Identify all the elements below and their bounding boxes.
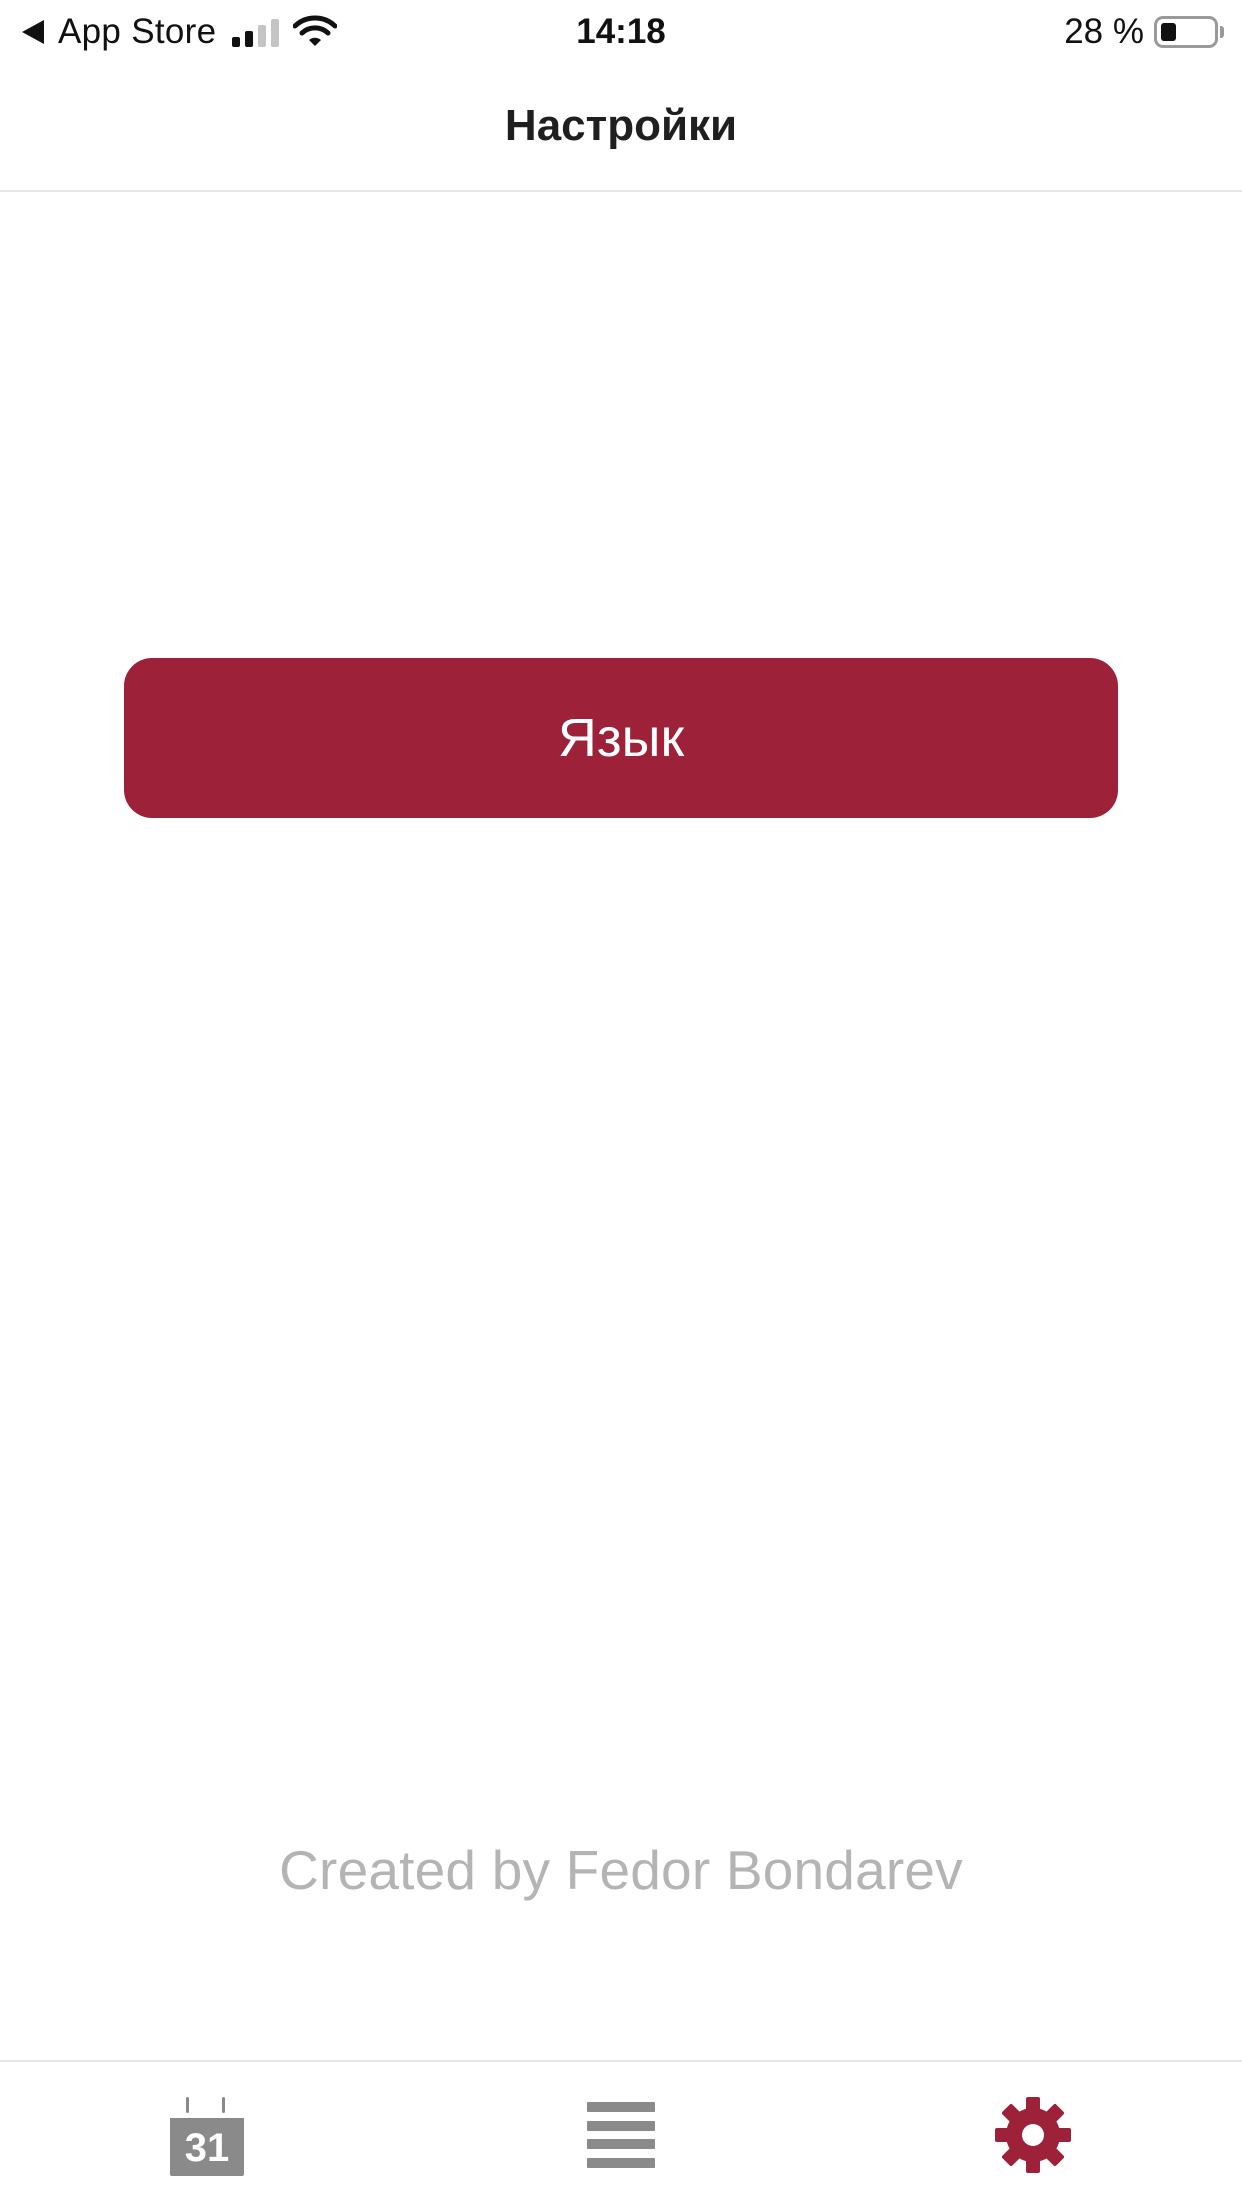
tab-settings[interactable] [988,2092,1078,2178]
list-line [587,2102,655,2112]
battery-status: 28 % [1064,10,1224,54]
tab-calendar[interactable]: 31 [162,2092,252,2178]
page-title: Настройки [504,101,738,150]
battery-cap [1220,26,1224,38]
status-time: 14:18 [576,12,666,51]
list-line [587,2157,655,2168]
list-line [587,2120,655,2131]
calendar-icon: 31 [170,2094,244,2176]
battery-icon [1154,16,1218,48]
calendar-ring [219,2094,228,2116]
tab-bar: 31 [0,2060,1242,2208]
gear-hole [1022,2124,1044,2146]
battery-fill [1161,23,1176,41]
navigation-bar: Настройки [0,64,1242,192]
gear-icon [995,2097,1071,2173]
calendar-band [170,2108,244,2118]
language-button[interactable]: Язык [124,658,1118,818]
list-icon [587,2102,655,2168]
list-line [587,2139,655,2150]
credit-text: Created by Fedor Bondarev [279,1839,963,1901]
settings-screen: App Store 14:18 28 % Настройки Язык Crea… [0,0,1242,2208]
status-bar: App Store 14:18 28 % [0,0,1242,64]
calendar-day-number: 31 [184,2126,230,2170]
calendar-ring [183,2094,192,2116]
tab-list[interactable] [576,2092,666,2178]
battery-percentage: 28 % [1064,12,1144,51]
